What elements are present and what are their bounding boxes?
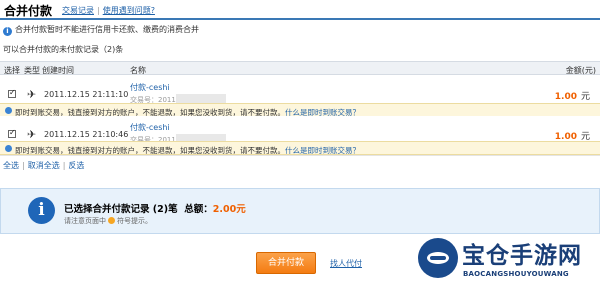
note-after: 符号提示。	[117, 217, 152, 225]
selected-summary: 已选择合并付款记录 (2)笔 总额：2.00元	[64, 201, 246, 215]
selection-summary-panel: i 已选择合并付款记录 (2)笔 总额：2.00元 请注意页面中 符号提示。	[0, 188, 600, 234]
info-icon: i	[3, 27, 12, 36]
watermark-cn: 宝仓手游网	[462, 243, 582, 269]
header-links: 交易记录 | 使用遇到问题?	[62, 5, 155, 16]
invert-selection-link[interactable]: 反选	[68, 161, 84, 170]
record-summary: 可以合并付款的未付款记录（2)条	[3, 45, 124, 54]
row-checkbox[interactable]	[8, 128, 16, 138]
panel-note: 请注意页面中 符号提示。	[64, 216, 152, 226]
row-time: 2011.12.15 21:11:10	[44, 90, 129, 99]
amount-unit: 元	[580, 92, 590, 102]
col-amount: 金额(元)	[565, 66, 596, 75]
merge-pay-button[interactable]: 合并付款	[256, 252, 316, 274]
tip-icon	[5, 107, 12, 114]
row-time: 2011.12.15 21:10:46	[44, 130, 129, 139]
handshake-icon: ✈	[27, 128, 37, 141]
handshake-icon: ✈	[27, 88, 37, 101]
total-value: 2.00元	[212, 204, 246, 215]
col-name: 名称	[130, 66, 146, 75]
watermark: 宝仓手游网 BAOCANGSHOUYOUWANG	[418, 234, 600, 284]
info-icon: i	[28, 197, 55, 224]
trade-records-link[interactable]: 交易记录	[62, 6, 94, 15]
divider	[0, 155, 600, 156]
action-sep: |	[22, 161, 25, 170]
notice-text: 合并付款暂时不能进行信用卡还款、缴费的消费合并	[15, 25, 199, 34]
col-created: 创建时间	[42, 66, 74, 75]
help-link[interactable]: 使用遇到问题?	[103, 6, 155, 15]
action-sep: |	[62, 161, 66, 170]
table-header: 选择 类型 创建时间 名称 金额(元)	[0, 61, 600, 75]
selected-count: 已选择合并付款记录 (2)笔	[64, 204, 178, 215]
row-name-link[interactable]: 付款-ceshi	[130, 82, 170, 93]
deselect-all-link[interactable]: 取消全选	[28, 161, 60, 170]
note-before: 请注意页面中	[64, 217, 106, 225]
page-title: 合并付款	[4, 4, 53, 18]
total-label: 总额：	[184, 204, 213, 215]
col-type: 类型	[24, 66, 40, 75]
select-all-link[interactable]: 全选	[3, 161, 19, 170]
tip-help-link[interactable]: 什么是即时到账交易？	[285, 146, 360, 155]
row-tip: 即时到账交易，钱直接到对方的账户，不能退款，如果您没收到货，请不要付款。什么是即…	[0, 103, 600, 117]
watermark-logo-icon	[418, 238, 458, 278]
notice-bar: i 合并付款暂时不能进行信用卡还款、缴费的消费合并	[3, 24, 199, 36]
col-select: 选择	[4, 66, 20, 75]
tip-message: 即时到账交易，钱直接到对方的账户，不能退款，如果您没收到货，请不要付款。	[15, 146, 285, 155]
tip-icon	[5, 145, 12, 152]
hint-icon	[108, 217, 115, 224]
row-tip: 即时到账交易，钱直接到对方的账户，不能退款，如果您没收到货，请不要付款。什么是即…	[0, 141, 600, 155]
row-amount: 1.00 元	[555, 89, 590, 102]
watermark-en: BAOCANGSHOUYOUWANG	[463, 270, 569, 278]
page-header: 合并付款 交易记录 | 使用遇到问题?	[0, 0, 600, 20]
row-name-link[interactable]: 付款-ceshi	[130, 122, 170, 133]
find-proxy-payer-link[interactable]: 找人代付	[330, 258, 362, 269]
row-checkbox[interactable]	[8, 88, 16, 98]
link-separator: |	[97, 6, 100, 15]
selection-actions: 全选 | 取消全选 | 反选	[3, 160, 84, 171]
amount-value: 1.00	[554, 92, 577, 102]
